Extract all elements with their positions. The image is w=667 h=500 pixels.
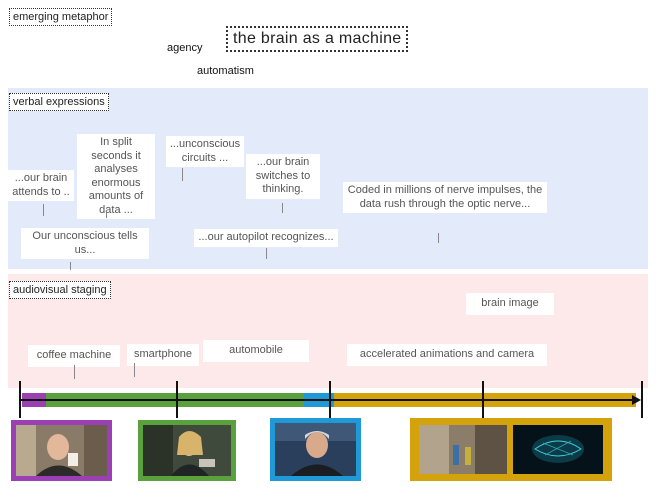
connector-tick xyxy=(134,363,135,377)
woman-with-smartphone-image xyxy=(143,425,231,476)
timeline-marker xyxy=(641,381,643,418)
verbal-box-brain-attends: ...our brain attends to .. xyxy=(8,170,74,201)
timeline-marker xyxy=(482,381,484,418)
man-with-coffee-thumbnail xyxy=(11,420,112,481)
connector-tick xyxy=(43,204,44,216)
connector-tick xyxy=(438,233,439,243)
agency-label: agency xyxy=(167,42,203,54)
verbal-expressions-label: verbal expressions xyxy=(9,93,109,111)
connector-tick xyxy=(70,262,71,270)
verbal-box-unconscious-circuits: ...unconscious circuits ... xyxy=(166,136,244,167)
audiovisual-staging-label: audiovisual staging xyxy=(9,281,111,299)
timeline-marker xyxy=(329,381,331,418)
av-box-coffee-machine: coffee machine xyxy=(28,345,120,367)
av-box-brain-image: brain image xyxy=(466,293,554,315)
av-box-smartphone: smartphone xyxy=(127,344,199,366)
connector-tick xyxy=(74,365,75,379)
emerging-metaphor-label: emerging metaphor xyxy=(9,8,113,26)
av-box-accelerated-animations: accelerated animations and camera xyxy=(347,344,547,366)
gray-haired-man-thumbnail xyxy=(270,418,361,481)
verbal-box-brain-switches: ...our brain switches to thinking. xyxy=(246,154,320,199)
woman-with-smartphone-thumbnail xyxy=(138,420,236,481)
connector-tick xyxy=(106,210,107,218)
timeline-marker xyxy=(19,381,21,418)
verbal-box-unconscious-tells: Our unconscious tells us... xyxy=(21,228,149,259)
timeline-axis xyxy=(20,399,634,401)
automatism-label: automatism xyxy=(197,65,254,77)
verbal-box-split-seconds: In split seconds it analyses enormous am… xyxy=(77,134,155,219)
connector-tick xyxy=(182,168,183,181)
verbal-box-nerve-impulses: Coded in millions of nerve impulses, the… xyxy=(343,182,547,213)
street-scene-and-brain-thumbnail xyxy=(410,418,612,481)
av-box-automobile: automobile xyxy=(203,340,309,362)
verbal-box-autopilot: ...our autopilot recognizes... xyxy=(194,229,338,247)
gray-haired-man-image xyxy=(275,423,356,476)
metaphor-title: the brain as a machine xyxy=(226,26,409,52)
connector-tick xyxy=(266,248,267,259)
timeline-arrowhead xyxy=(632,395,641,405)
man-with-coffee-image xyxy=(16,425,107,476)
street-scene-and-brain-image xyxy=(415,423,607,476)
connector-tick xyxy=(282,203,283,213)
timeline-marker xyxy=(176,381,178,418)
